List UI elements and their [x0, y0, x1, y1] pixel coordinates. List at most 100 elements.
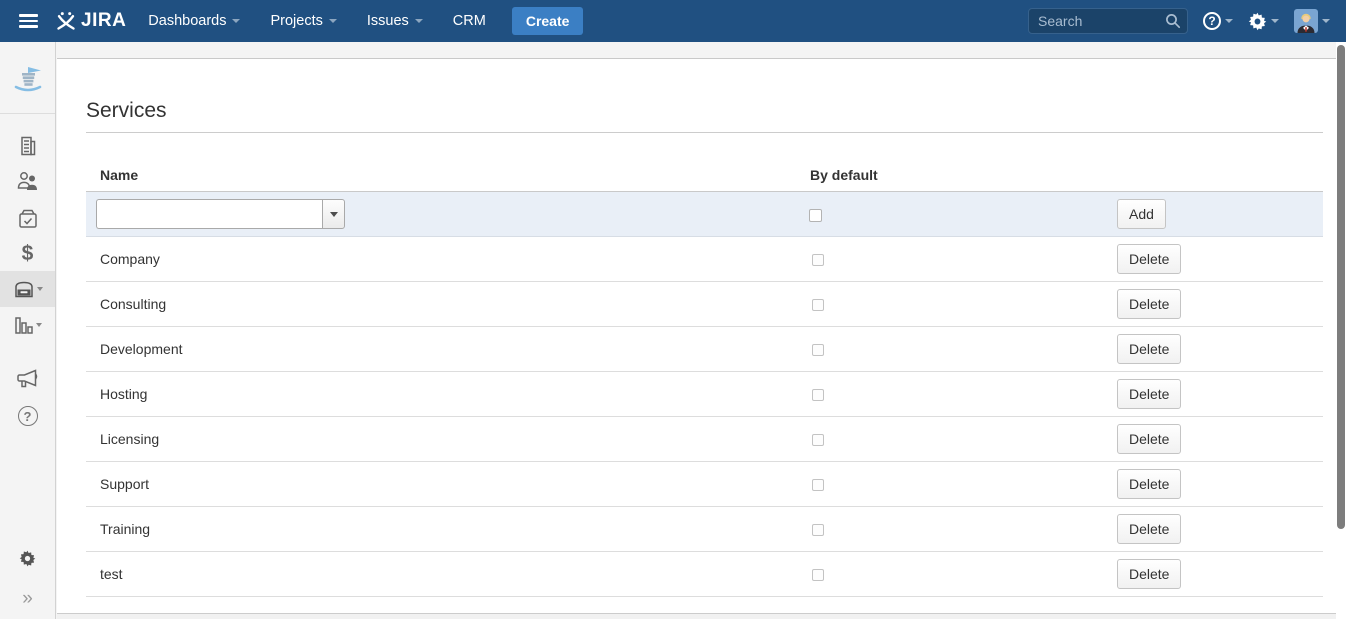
- service-row: Hosting Delete: [86, 372, 1323, 417]
- admin-settings-menu[interactable]: [1248, 12, 1279, 31]
- title-divider: [86, 132, 1323, 133]
- delete-button[interactable]: Delete: [1117, 334, 1181, 364]
- chevron-down-icon: [232, 19, 240, 23]
- nav-projects[interactable]: Projects: [270, 13, 336, 29]
- chevron-down-icon: [36, 323, 42, 327]
- drawer-icon: [13, 280, 35, 298]
- delete-button[interactable]: Delete: [1117, 289, 1181, 319]
- service-name: Support: [100, 476, 149, 492]
- sidebar-collapse-toggle[interactable]: »: [0, 580, 55, 616]
- service-name: Hosting: [100, 386, 147, 402]
- service-row: Licensing Delete: [86, 417, 1323, 462]
- new-service-by-default-checkbox[interactable]: [809, 209, 822, 222]
- delete-button[interactable]: Delete: [1117, 469, 1181, 499]
- chevron-down-icon: [415, 19, 423, 23]
- service-by-default-checkbox[interactable]: [812, 254, 824, 266]
- service-name: Consulting: [100, 296, 166, 312]
- vertical-scrollbar-thumb[interactable]: [1337, 45, 1345, 529]
- crm-app-logo[interactable]: [0, 42, 55, 114]
- sidebar-item-companies[interactable]: [0, 128, 55, 164]
- search-icon: [1165, 13, 1181, 29]
- brand-text: JIRA: [81, 10, 126, 32]
- nav-crm[interactable]: CRM: [453, 13, 486, 29]
- sidebar-item-announcements[interactable]: [0, 361, 55, 397]
- service-row: Company Delete: [86, 237, 1323, 282]
- crm-logo-icon: [11, 61, 45, 95]
- gear-icon: [1248, 12, 1267, 31]
- crm-sidebar: $ ? »: [0, 42, 56, 619]
- service-by-default-checkbox[interactable]: [812, 569, 824, 581]
- service-row: Training Delete: [86, 507, 1323, 552]
- search-input[interactable]: [1028, 8, 1188, 34]
- create-button[interactable]: Create: [512, 7, 584, 35]
- delete-button[interactable]: Delete: [1117, 514, 1181, 544]
- chevron-down-icon: [330, 212, 338, 217]
- jira-logo[interactable]: JIRA: [56, 10, 126, 32]
- delete-button[interactable]: Delete: [1117, 379, 1181, 409]
- sidebar-item-help[interactable]: ?: [0, 398, 55, 434]
- gear-icon: [19, 550, 36, 567]
- service-by-default-checkbox[interactable]: [812, 479, 824, 491]
- delete-button[interactable]: Delete: [1117, 559, 1181, 589]
- service-row: test Delete: [86, 552, 1323, 597]
- page-title: Services: [86, 59, 1323, 123]
- help-icon: ?: [1203, 12, 1221, 30]
- add-service-row: Add: [86, 192, 1323, 237]
- megaphone-icon: [16, 369, 39, 389]
- table-header-row: Name By default: [86, 159, 1323, 192]
- services-table: Name By default Add Com: [86, 159, 1323, 597]
- service-row: Consulting Delete: [86, 282, 1323, 327]
- avatar: [1294, 9, 1318, 33]
- delete-button[interactable]: Delete: [1117, 244, 1181, 274]
- dollar-icon: $: [22, 242, 34, 266]
- service-name: Licensing: [100, 431, 159, 447]
- main-navigation: Dashboards Projects Issues CRM: [148, 13, 486, 29]
- service-by-default-checkbox[interactable]: [812, 524, 824, 536]
- contacts-icon: [16, 170, 39, 191]
- delete-button[interactable]: Delete: [1117, 424, 1181, 454]
- new-service-input[interactable]: [96, 199, 322, 229]
- sidebar-item-reports[interactable]: [0, 307, 55, 343]
- sidebar-item-contacts[interactable]: [0, 162, 55, 198]
- new-service-combobox: [96, 199, 805, 229]
- navbar-right-group: ?: [1028, 8, 1330, 34]
- service-name: Training: [100, 521, 150, 537]
- by-default-column-header: By default: [805, 167, 1117, 183]
- sidebar-item-transactions[interactable]: $: [0, 236, 55, 272]
- combobox-dropdown-button[interactable]: [322, 199, 345, 229]
- product-box-icon: [17, 208, 39, 229]
- question-icon: ?: [18, 406, 38, 426]
- chevron-down-icon: [329, 19, 337, 23]
- add-button[interactable]: Add: [1117, 199, 1166, 229]
- service-by-default-checkbox[interactable]: [812, 434, 824, 446]
- chevron-down-icon: [37, 287, 43, 291]
- bar-chart-icon: [14, 315, 34, 335]
- sidebar-item-products[interactable]: [0, 200, 55, 236]
- service-name: Development: [100, 341, 183, 357]
- sidebar-item-settings[interactable]: [0, 540, 55, 576]
- service-name: Company: [100, 251, 160, 267]
- service-row: Support Delete: [86, 462, 1323, 507]
- top-navbar: JIRA Dashboards Projects Issues CRM Crea…: [0, 0, 1346, 42]
- services-table-body: Company Delete Consulting Delete Develop…: [86, 237, 1323, 597]
- nav-issues[interactable]: Issues: [367, 13, 423, 29]
- jira-charlie-icon: [56, 11, 76, 31]
- chevron-down-icon: [1225, 19, 1233, 23]
- vertical-scrollbar-track: [1336, 42, 1346, 619]
- main-panel: Services Name By default Add: [57, 58, 1336, 619]
- nav-dashboards[interactable]: Dashboards: [148, 13, 240, 29]
- help-menu[interactable]: ?: [1203, 12, 1233, 30]
- chevron-down-icon: [1271, 19, 1279, 23]
- chevron-down-icon: [1322, 19, 1330, 23]
- service-name: test: [100, 566, 123, 582]
- sidebar-item-directories[interactable]: [0, 271, 55, 307]
- service-by-default-checkbox[interactable]: [812, 299, 824, 311]
- name-column-header: Name: [86, 167, 805, 183]
- service-row: Development Delete: [86, 327, 1323, 372]
- hamburger-menu-icon[interactable]: [0, 14, 56, 28]
- service-by-default-checkbox[interactable]: [812, 389, 824, 401]
- user-profile-menu[interactable]: [1294, 9, 1330, 33]
- quick-search: [1028, 8, 1188, 34]
- service-by-default-checkbox[interactable]: [812, 344, 824, 356]
- footer-strip: [57, 613, 1336, 619]
